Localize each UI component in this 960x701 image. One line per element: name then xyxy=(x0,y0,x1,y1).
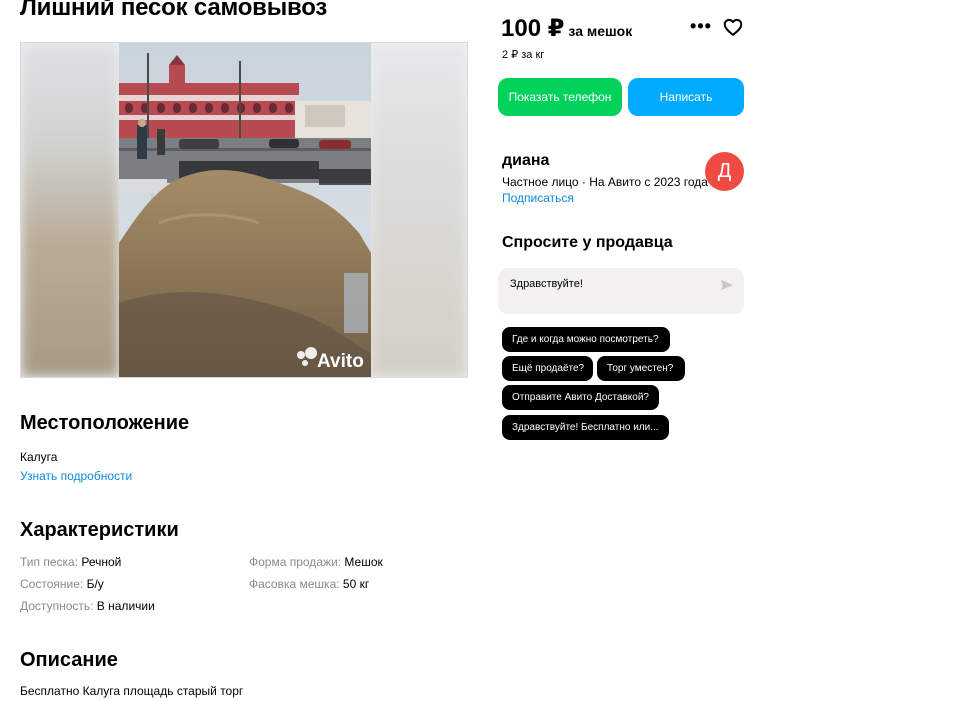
quick-question-chip[interactable]: Отправите Авито Доставкой? xyxy=(502,385,659,410)
more-button[interactable]: ••• xyxy=(688,16,714,40)
quick-question-chip[interactable]: Здравствуйте! Бесплатно или... xyxy=(502,415,669,440)
subscribe-link[interactable]: Подписаться xyxy=(502,191,574,205)
characteristic-item: Тип песка: Речной xyxy=(20,555,121,569)
more-dots-icon: ••• xyxy=(690,16,712,36)
location-heading: Местоположение xyxy=(20,412,190,434)
quick-question-chip[interactable]: Ещё продаёте? xyxy=(502,356,593,381)
characteristic-value: Мешок xyxy=(344,555,383,569)
write-message-button[interactable]: Написать xyxy=(628,78,744,116)
quick-question-chip[interactable]: Где и когда можно посмотреть? xyxy=(502,327,670,352)
characteristic-label: Тип песка: xyxy=(20,555,79,569)
quick-question-chip[interactable]: Торг уместен? xyxy=(597,356,685,381)
send-icon[interactable] xyxy=(720,278,734,292)
characteristic-value: 50 кг xyxy=(342,577,370,591)
characteristic-value: Речной xyxy=(81,555,122,569)
description-heading: Описание xyxy=(20,649,118,671)
listing-photo[interactable]: Avito xyxy=(119,43,371,377)
heart-icon xyxy=(723,18,743,36)
location-city: Калуга xyxy=(20,450,58,464)
show-phone-button[interactable]: Показать телефон xyxy=(498,78,622,116)
avito-watermark: Avito xyxy=(317,351,364,372)
favorite-button[interactable] xyxy=(722,16,746,40)
characteristic-item: Форма продажи: Мешок xyxy=(249,555,383,569)
seller-name[interactable]: диана xyxy=(502,152,549,170)
characteristic-label: Доступность: xyxy=(20,599,94,613)
price-unit: за мешок xyxy=(568,23,633,39)
characteristic-label: Фасовка мешка: xyxy=(249,577,340,591)
price-amount: 100 ₽ xyxy=(501,15,565,42)
characteristic-item: Доступность: В наличии xyxy=(20,599,155,613)
characteristic-label: Форма продажи: xyxy=(249,555,342,569)
photo-gallery[interactable]: Avito xyxy=(20,42,468,378)
characteristic-value: Б/у xyxy=(86,577,104,591)
characteristics-heading: Характеристики xyxy=(20,519,179,541)
characteristic-label: Состояние: xyxy=(20,577,84,591)
seller-info: Частное лицо · На Авито с 2023 года xyxy=(502,175,708,189)
description-text: Бесплатно Калуга площадь старый торг xyxy=(20,684,244,698)
listing-title: Лишний песок самовывоз xyxy=(20,0,328,21)
characteristic-item: Состояние: Б/у xyxy=(20,577,104,591)
characteristic-value: В наличии xyxy=(96,599,155,613)
ask-seller-heading: Спросите у продавца xyxy=(502,234,673,251)
gallery-blur-right xyxy=(369,43,467,377)
message-input[interactable]: Здравствуйте! xyxy=(498,268,744,314)
price-per-kg: 2 ₽ за кг xyxy=(502,49,545,61)
location-details-link[interactable]: Узнать подробности xyxy=(20,469,132,483)
message-input-text: Здравствуйте! xyxy=(510,278,583,290)
gallery-blur-left xyxy=(21,43,119,377)
characteristic-item: Фасовка мешка: 50 кг xyxy=(249,577,369,591)
price: 100 ₽ за мешок xyxy=(501,14,632,43)
avatar[interactable]: Д xyxy=(705,152,744,191)
